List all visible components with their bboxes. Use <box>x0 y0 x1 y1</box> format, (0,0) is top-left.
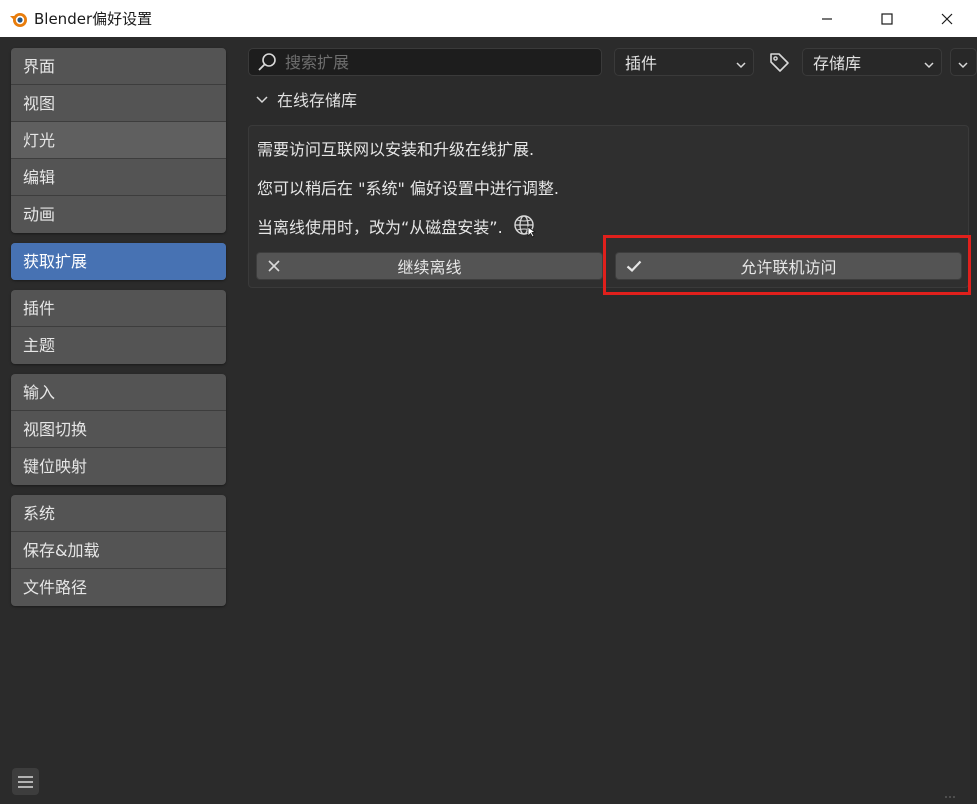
repository-value: 存储库 <box>813 54 862 73</box>
sidebar-item-addons[interactable]: 插件 <box>11 290 226 327</box>
search-icon <box>257 52 277 72</box>
blender-logo-icon <box>10 12 27 27</box>
hamburger-icon <box>18 775 33 788</box>
sidebar-item-input[interactable]: 输入 <box>11 374 226 411</box>
nav-group-interface: 界面 视图 灯光 编辑 动画 <box>11 48 226 233</box>
main-area: 插件 存储库 <box>237 37 977 804</box>
chevron-down-icon <box>735 56 747 75</box>
online-repo-panel-header[interactable]: 在线存储库 <box>255 87 357 111</box>
sidebar: 界面 视图 灯光 编辑 动画 获取扩展 插件 主题 输入 视图切换 键位映射 系… <box>11 48 226 616</box>
info-line-2: 您可以稍后在 "系统" 偏好设置中进行调整. <box>257 175 559 199</box>
sidebar-item-system[interactable]: 系统 <box>11 495 226 532</box>
sidebar-item-interface[interactable]: 界面 <box>11 48 226 85</box>
sidebar-item-file-paths[interactable]: 文件路径 <box>11 569 226 606</box>
sidebar-item-animation[interactable]: 动画 <box>11 196 226 233</box>
chevron-down-icon <box>957 56 969 75</box>
info-line-1-text: 需要访问互联网以安装和升级在线扩展. <box>257 140 535 159</box>
close-button[interactable] <box>917 0 977 37</box>
maximize-icon <box>881 12 893 25</box>
search-box[interactable] <box>248 48 602 76</box>
continue-offline-button[interactable]: 继续离线 <box>256 252 603 280</box>
window-title: Blender偏好设置 <box>34 10 153 28</box>
preferences-app: 界面 视图 灯光 编辑 动画 获取扩展 插件 主题 输入 视图切换 键位映射 系… <box>0 37 977 804</box>
close-icon <box>267 259 281 273</box>
resize-grip-icon[interactable] <box>943 785 957 804</box>
sidebar-item-keymap[interactable]: 键位映射 <box>11 448 226 485</box>
chevron-down-icon <box>255 92 269 106</box>
chevron-down-icon <box>923 56 935 75</box>
panel-header-label: 在线存储库 <box>277 91 358 110</box>
maximize-button[interactable] <box>857 0 917 37</box>
sidebar-item-save-load[interactable]: 保存&加载 <box>11 532 226 569</box>
info-line-1: 需要访问互联网以安装和升级在线扩展. <box>257 136 534 160</box>
nav-group-system: 系统 保存&加载 文件路径 <box>11 495 226 606</box>
minimize-icon <box>822 17 832 20</box>
type-filter-dropdown[interactable]: 插件 <box>614 48 754 76</box>
title-bar: Blender偏好设置 <box>0 0 977 37</box>
sidebar-item-navigation[interactable]: 视图切换 <box>11 411 226 448</box>
nav-group-extensions: 获取扩展 <box>11 243 226 280</box>
type-filter-value: 插件 <box>625 54 658 73</box>
sidebar-item-get-extensions[interactable]: 获取扩展 <box>11 243 226 280</box>
highlight-box <box>603 235 971 295</box>
tag-filter-button[interactable] <box>766 48 792 76</box>
search-input[interactable] <box>285 52 585 72</box>
options-dropdown[interactable] <box>950 48 977 76</box>
tag-icon <box>770 53 789 72</box>
nav-group-input: 输入 视图切换 键位映射 <box>11 374 226 485</box>
nav-group-addons: 插件 主题 <box>11 290 226 364</box>
extensions-toolbar: 插件 存储库 <box>248 48 977 76</box>
info-line-3: 当离线使用时，改为“从磁盘安装”. <box>257 214 537 238</box>
continue-offline-label: 继续离线 <box>397 258 462 277</box>
info-line-2-text: 您可以稍后在 "系统" 偏好设置中进行调整. <box>257 179 559 198</box>
repository-dropdown[interactable]: 存储库 <box>802 48 942 76</box>
sidebar-item-viewport[interactable]: 视图 <box>11 85 226 122</box>
preferences-menu-button[interactable] <box>12 768 39 795</box>
info-line-3-text: 当离线使用时，改为“从磁盘安装”. <box>257 218 503 237</box>
sidebar-item-lights[interactable]: 灯光 <box>11 122 226 159</box>
close-icon <box>941 13 953 24</box>
globe-icon <box>513 214 537 238</box>
minimize-button[interactable] <box>797 0 857 37</box>
sidebar-item-editing[interactable]: 编辑 <box>11 159 226 196</box>
sidebar-item-themes[interactable]: 主题 <box>11 327 226 364</box>
